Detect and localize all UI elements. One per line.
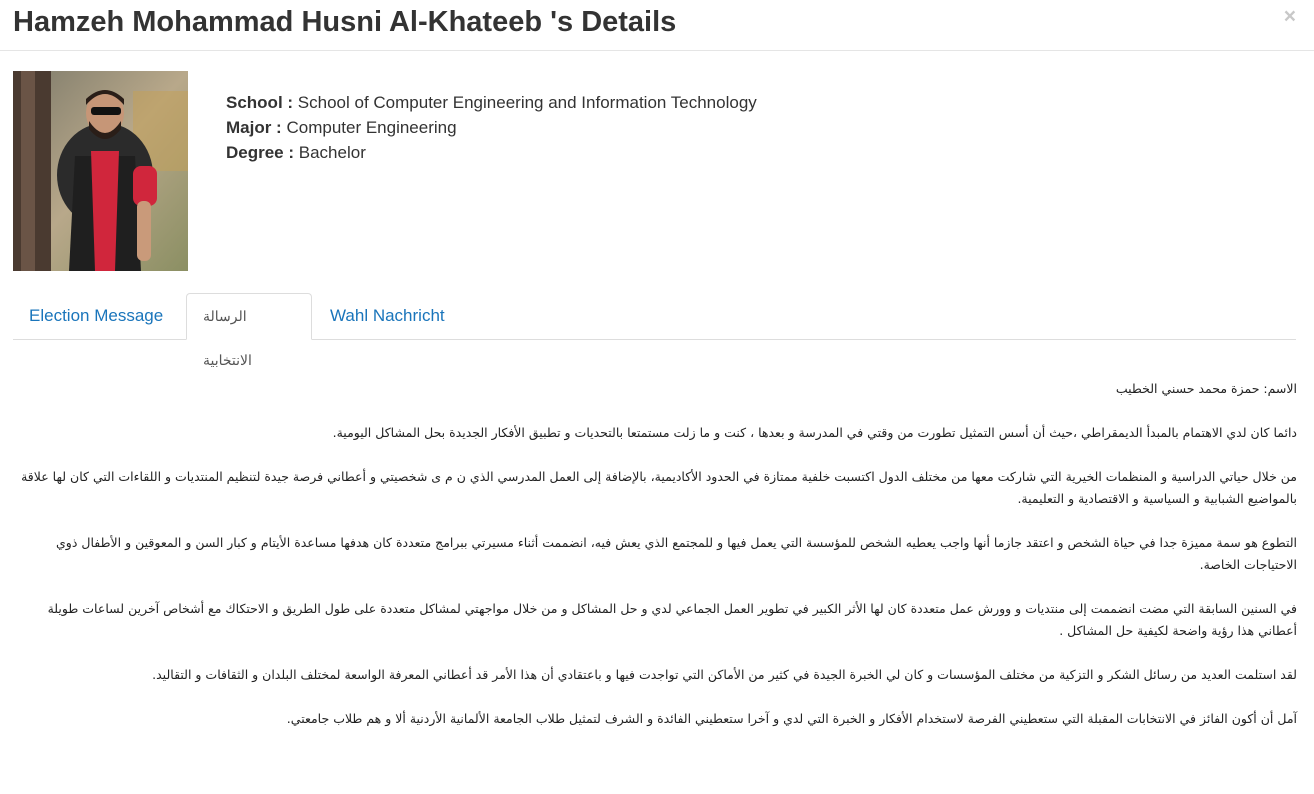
message-paragraph: دائما كان لدي الاهتمام بالمبدأ الديمقراط…	[332, 425, 1297, 440]
message-paragraph: التطوع هو سمة مميزة جدا في حياة الشخص و …	[56, 535, 1297, 572]
tab-wahl-nachricht[interactable]: Wahl Nachricht	[314, 293, 461, 339]
message-paragraph: من خلال حياتي الدراسية و المنظمات الخيري…	[21, 469, 1297, 506]
degree-label: Degree :	[226, 143, 295, 162]
degree-row: Degree : Bachelor	[226, 140, 757, 165]
degree-value: Bachelor	[298, 143, 366, 162]
page-title: Hamzeh Mohammad Husni Al-Khateeb 's Deta…	[13, 6, 677, 38]
message-paragraph: لقد استلمت العديد من رسائل الشكر و التزك…	[152, 667, 1297, 682]
tab-arabic-message[interactable]: الرسالة الانتخابية	[186, 293, 312, 368]
major-label: Major :	[226, 118, 282, 137]
major-row: Major : Computer Engineering	[226, 115, 757, 140]
tab-election-message[interactable]: Election Message	[13, 293, 179, 339]
school-value: School of Computer Engineering and Infor…	[297, 93, 757, 112]
school-row: School : School of Computer Engineering …	[226, 90, 757, 115]
modal-header: Hamzeh Mohammad Husni Al-Khateeb 's Deta…	[0, 0, 1314, 51]
profile-photo-image	[13, 71, 188, 271]
message-tabs: Election Message الرسالة الانتخابية Wahl…	[13, 293, 1296, 368]
student-info: School : School of Computer Engineering …	[226, 90, 757, 165]
message-paragraph: في السنين السابقة التي مضت انضممت إلى من…	[47, 601, 1297, 638]
major-value: Computer Engineering	[286, 118, 457, 137]
close-icon[interactable]: ×	[1284, 6, 1296, 27]
election-message-content: الاسم: حمزة محمد حسني الخطيب دائما كان ل…	[13, 378, 1297, 752]
profile-photo	[13, 71, 188, 271]
message-paragraph: الاسم: حمزة محمد حسني الخطيب	[1115, 381, 1297, 396]
details-modal: Hamzeh Mohammad Husni Al-Khateeb 's Deta…	[0, 0, 1314, 794]
message-paragraph: آمل أن أكون الفائز في الانتخابات المقبلة…	[286, 711, 1297, 726]
school-label: School :	[226, 93, 294, 112]
